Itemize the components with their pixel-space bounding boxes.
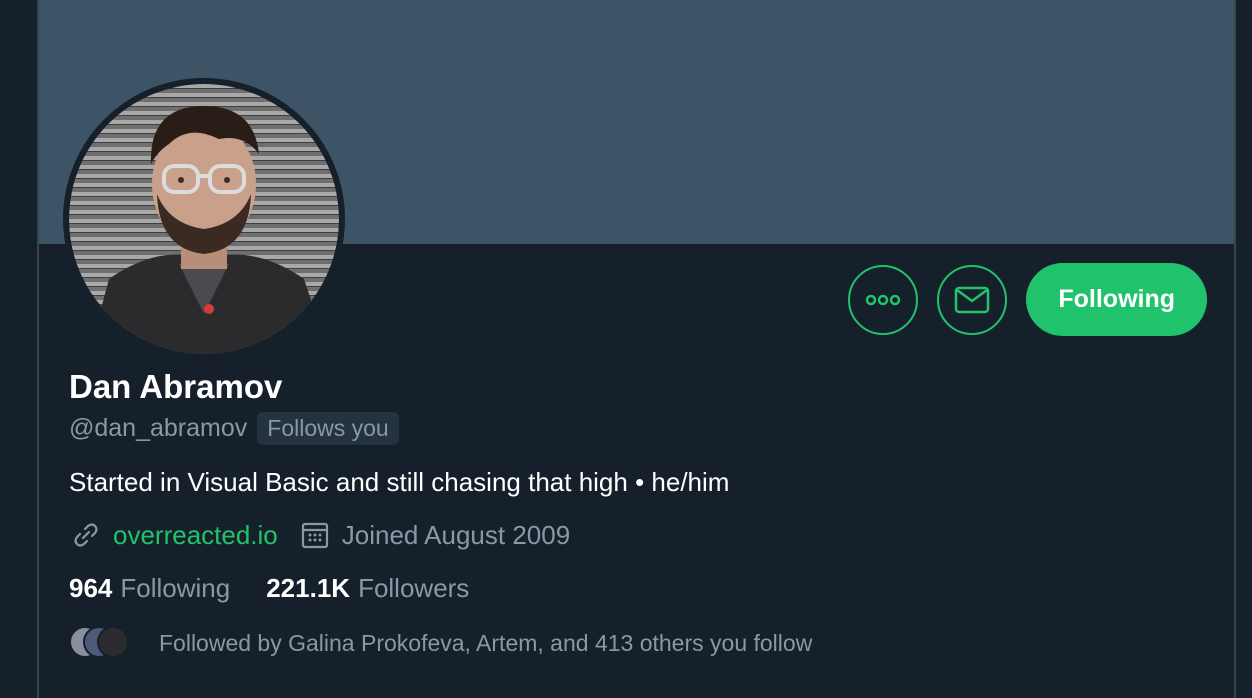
following-button[interactable]: Following: [1026, 263, 1207, 336]
profile-name: Dan Abramov: [69, 368, 283, 405]
follow-stats: 964 Following 221.1K Followers: [69, 573, 505, 604]
website-link[interactable]: overreacted.io: [113, 520, 278, 551]
joined-date: Joined August 2009: [341, 519, 571, 550]
followers-count: 221.1K: [266, 573, 351, 603]
handle-row: @dan_abramov Follows you: [69, 412, 399, 445]
following-label: Following: [120, 573, 231, 603]
following-stat[interactable]: 964 Following: [69, 573, 230, 604]
followed-by-row[interactable]: Followed by Galina Prokofeva, Artem, and…: [69, 626, 812, 660]
followers-stat[interactable]: 221.1K Followers: [266, 573, 469, 604]
followed-by-avatars: [69, 626, 159, 660]
follows-you-badge: Follows you: [257, 412, 399, 445]
profile-actions: Following: [848, 263, 1207, 336]
calendar-icon: [298, 518, 332, 552]
following-count: 964: [69, 573, 113, 603]
avatar: [97, 626, 129, 658]
profile-avatar[interactable]: [63, 78, 345, 360]
message-button[interactable]: [937, 264, 1008, 335]
more-icon: [866, 294, 901, 305]
profile-meta: overreacted.io Joined August 2009: [69, 518, 570, 552]
more-button[interactable]: [848, 264, 919, 335]
followed-by-text: Followed by Galina Prokofeva, Artem, and…: [159, 629, 813, 656]
followers-label: Followers: [358, 573, 470, 603]
profile-bio: Started in Visual Basic and still chasin…: [69, 467, 730, 497]
profile-column: Following Dan Abramov @dan_abramov Follo…: [37, 0, 1236, 698]
link-icon: [69, 518, 103, 552]
profile-handle: @dan_abramov: [69, 414, 248, 442]
mail-icon: [955, 286, 990, 313]
avatar-photo: [69, 84, 339, 354]
